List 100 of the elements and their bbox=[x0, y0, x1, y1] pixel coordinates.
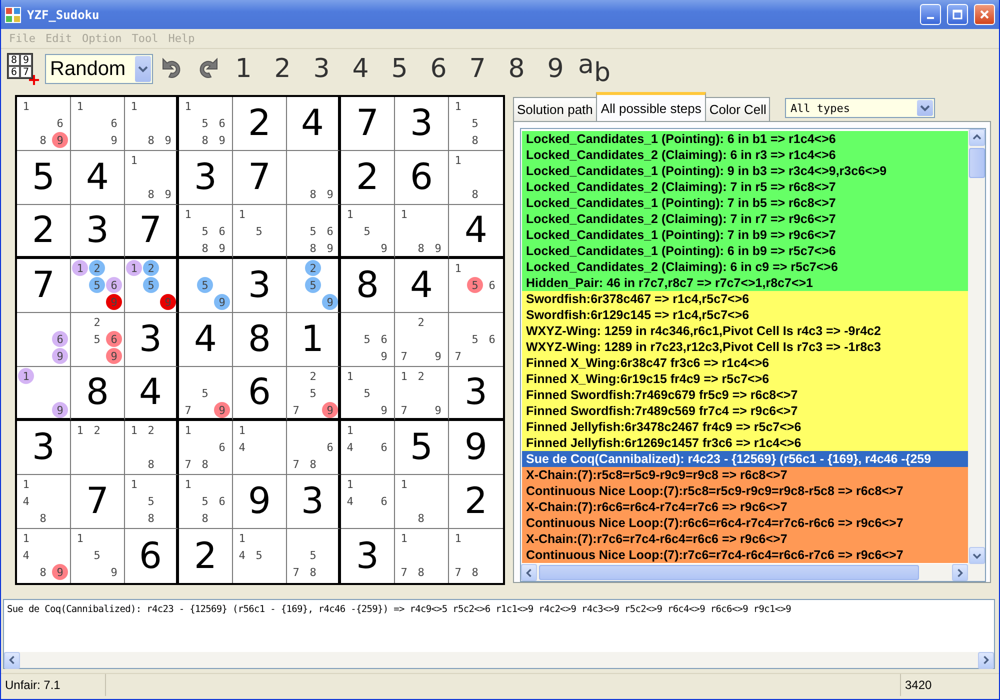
step-item[interactable]: Finned Swordfish:7r489c569 fr7c4 => r9c6<>7 bbox=[522, 403, 968, 419]
digit-button[interactable]: 3 bbox=[305, 54, 338, 84]
given-digit[interactable]: 5 bbox=[17, 151, 71, 205]
scrollbar-thumb[interactable] bbox=[968, 148, 984, 178]
given-digit[interactable]: 3 bbox=[341, 529, 395, 583]
given-digit[interactable]: 2 bbox=[233, 97, 287, 151]
given-digit[interactable]: 2 bbox=[179, 529, 233, 583]
step-item[interactable]: Finned X_Wing:6r38c47 fr3c6 => r1c4<>6 bbox=[522, 355, 968, 371]
given-digit[interactable]: 6 bbox=[125, 529, 179, 583]
step-item[interactable]: Finned Jellyfish:6r3478c2467 fr4c9 => r5c7<>6 bbox=[522, 419, 968, 435]
step-item[interactable]: Locked_Candidates_1 (Pointing): 9 in b3 => r3c4<>9,r3c6<>9 bbox=[522, 163, 968, 179]
step-item[interactable]: X-Chain:(7):r5c8=r5c9-r9c9=r9c8 => r6c8<>7 bbox=[522, 467, 968, 483]
given-digit[interactable]: 7 bbox=[125, 205, 179, 259]
given-digit[interactable]: 2 bbox=[449, 475, 503, 529]
tab[interactable]: Color Cell bbox=[705, 97, 770, 121]
step-item[interactable]: Locked_Candidates_2 (Claiming): 7 in r5 => r6c8<>7 bbox=[522, 179, 968, 195]
given-digit[interactable]: 3 bbox=[233, 259, 287, 313]
candidate-digit: 6 bbox=[218, 224, 226, 239]
given-digit[interactable]: 7 bbox=[71, 475, 125, 529]
given-digit[interactable]: 3 bbox=[125, 313, 179, 367]
digit-button[interactable]: 9 bbox=[539, 54, 572, 84]
step-item[interactable]: Swordfish:6r378c467 => r1c4,r5c7<>6 bbox=[522, 291, 968, 307]
candidate-digit: 8 bbox=[38, 132, 48, 148]
step-item[interactable]: Locked_Candidates_1 (Pointing): 6 in b1 => r1c4<>6 bbox=[522, 131, 968, 147]
candidate-digit: 8 bbox=[146, 456, 156, 472]
given-digit[interactable]: 5 bbox=[395, 421, 449, 475]
given-digit[interactable]: 3 bbox=[395, 97, 449, 151]
step-item[interactable]: Continuous Nice Loop:(7):r7c6=r7c4-r6c4=r6c6-r7c6 => r9c6<>7 bbox=[522, 547, 968, 563]
digit-button[interactable]: 5 bbox=[383, 54, 416, 84]
given-digit[interactable]: 3 bbox=[179, 151, 233, 205]
given-digit[interactable]: 9 bbox=[233, 475, 287, 529]
digit-button[interactable]: 1 bbox=[227, 54, 260, 84]
digit-button[interactable]: 6 bbox=[422, 54, 455, 84]
digit-button[interactable]: 8 bbox=[500, 54, 533, 84]
candidate-digit: 8 bbox=[308, 240, 318, 256]
given-digit[interactable]: 1 bbox=[287, 313, 341, 367]
tab[interactable]: All possible steps bbox=[596, 92, 706, 121]
given-digit[interactable]: 4 bbox=[449, 205, 503, 259]
given-digit[interactable]: 8 bbox=[71, 367, 125, 421]
given-digit[interactable]: 3 bbox=[287, 475, 341, 529]
step-item[interactable]: Finned X_Wing:6r19c15 fr4c9 => r5c7<>6 bbox=[522, 371, 968, 387]
given-digit[interactable]: 4 bbox=[287, 97, 341, 151]
given-digit[interactable]: 3 bbox=[17, 421, 71, 475]
scrollbar-thumb[interactable] bbox=[539, 565, 919, 580]
step-item[interactable]: Hidden_Pair: 46 in r7c7,r8c7 => r7c7<>1,r8c7<>1 bbox=[522, 275, 968, 291]
step-item[interactable]: Finned Jellyfish:6r1269c1457 fr3c6 => r1c4<>6 bbox=[522, 435, 968, 451]
horizontal-scrollbar[interactable] bbox=[521, 564, 968, 581]
step-item[interactable]: Continuous Nice Loop:(7):r6c6=r6c4-r7c4=r7c6-r6c6 => r9c6<>7 bbox=[522, 515, 968, 531]
step-item[interactable]: WXYZ-Wing: 1289 in r7c23,r12c3,Pivot Cell Is r7c3 => -1r8c3 bbox=[522, 339, 968, 355]
digit-button[interactable]: 4 bbox=[344, 54, 377, 84]
given-digit[interactable]: 3 bbox=[449, 367, 503, 421]
given-digit[interactable]: 6 bbox=[233, 367, 287, 421]
minimize-button[interactable] bbox=[920, 4, 941, 25]
maximize-button[interactable] bbox=[947, 4, 968, 25]
candidate-digit: 6 bbox=[326, 224, 334, 239]
given-digit[interactable]: 2 bbox=[17, 205, 71, 259]
candidate-digit: 9 bbox=[52, 564, 68, 580]
step-item[interactable]: Locked_Candidates_2 (Claiming): 6 in r3 => r1c4<>6 bbox=[522, 147, 968, 163]
given-digit[interactable]: 3 bbox=[71, 205, 125, 259]
step-item[interactable]: Locked_Candidates_1 (Pointing): 6 in b9 => r5c7<>6 bbox=[522, 243, 968, 259]
step-item[interactable]: Locked_Candidates_2 (Claiming): 7 in r7 => r9c6<>7 bbox=[522, 211, 968, 227]
given-digit[interactable]: 7 bbox=[341, 97, 395, 151]
given-digit[interactable]: 8 bbox=[341, 259, 395, 313]
window-title: YZF_Sudoku bbox=[27, 8, 100, 22]
vertical-scrollbar[interactable] bbox=[968, 129, 985, 564]
step-item[interactable]: Locked_Candidates_1 (Pointing): 7 in b5 => r6c8<>7 bbox=[522, 195, 968, 211]
given-digit[interactable]: 7 bbox=[17, 259, 71, 313]
candidate-digit: 1 bbox=[346, 368, 354, 384]
horizontal-scrollbar[interactable] bbox=[4, 652, 994, 668]
candidate-digit: 7 bbox=[184, 402, 192, 418]
given-digit[interactable]: 2 bbox=[341, 151, 395, 205]
step-item[interactable]: X-Chain:(7):r6c6=r6c4-r7c4=r7c6 => r9c6<>7 bbox=[522, 499, 968, 515]
tab[interactable]: Solution path bbox=[513, 97, 597, 121]
given-digit[interactable]: 4 bbox=[395, 259, 449, 313]
candidate-digit: 9 bbox=[380, 240, 388, 256]
mode-dropdown[interactable]: Random bbox=[45, 54, 153, 84]
candidate-digit: 8 bbox=[470, 564, 480, 580]
close-button[interactable] bbox=[974, 4, 995, 25]
given-digit[interactable]: 7 bbox=[233, 151, 287, 205]
digit-button[interactable]: 7 bbox=[461, 54, 494, 84]
step-item[interactable]: Swordfish:6r129c145 => r1c4,r5c7<>6 bbox=[522, 307, 968, 323]
candidate-digit: 4 bbox=[238, 548, 246, 563]
step-item[interactable]: Locked_Candidates_1 (Pointing): 7 in b9 => r9c6<>7 bbox=[522, 227, 968, 243]
step-item[interactable]: Finned Swordfish:7r469c679 fr5c9 => r6c8<>7 bbox=[522, 387, 968, 403]
scrollbar-corner bbox=[968, 564, 985, 581]
digit-button[interactable]: 2 bbox=[266, 54, 299, 84]
given-digit[interactable]: 8 bbox=[233, 313, 287, 367]
given-digit[interactable]: 9 bbox=[449, 421, 503, 475]
given-digit[interactable]: 4 bbox=[71, 151, 125, 205]
type-filter-dropdown[interactable]: All types bbox=[785, 98, 936, 118]
given-digit[interactable]: 6 bbox=[395, 151, 449, 205]
given-digit[interactable]: 4 bbox=[125, 367, 179, 421]
step-item[interactable]: WXYZ-Wing: 1259 in r4c346,r6c1,Pivot Cell Is r4c3 => -9r4c2 bbox=[522, 323, 968, 339]
step-item[interactable]: Continuous Nice Loop:(7):r5c8=r5c9-r9c9=r9c8-r5c8 => r6c8<>7 bbox=[522, 483, 968, 499]
step-item[interactable]: Locked_Candidates_2 (Claiming): 6 in c9 => r5c7<>6 bbox=[522, 259, 968, 275]
step-item[interactable]: X-Chain:(7):r7c6=r7c4-r6c4=r6c6 => r9c6<>7 bbox=[522, 531, 968, 547]
given-digit[interactable]: 4 bbox=[179, 313, 233, 367]
candidate-digit: 5 bbox=[470, 116, 480, 131]
candidate-digit: 9 bbox=[110, 132, 118, 148]
step-item[interactable]: Sue de Coq(Cannibalized): r4c23 - {12569} (r56c1 - {169}, r4c46 -{259 bbox=[522, 451, 968, 467]
